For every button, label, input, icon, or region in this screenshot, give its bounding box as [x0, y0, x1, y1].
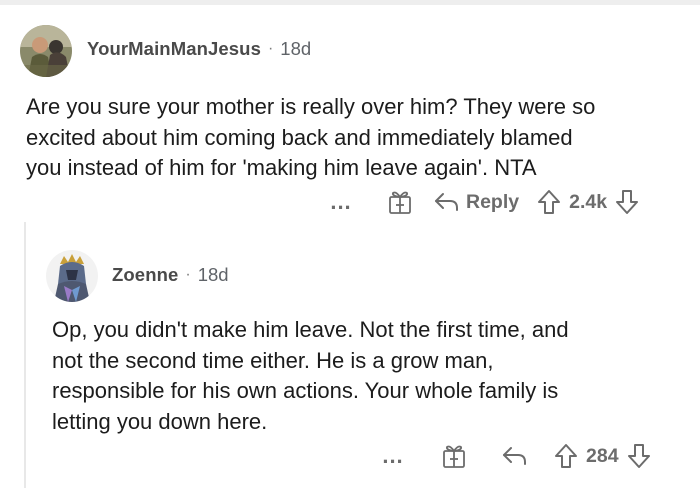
- user-avatar-image: [46, 250, 98, 302]
- comment-age: 18d: [280, 38, 312, 59]
- comment-body: Are you sure your mother is really over …: [26, 94, 596, 180]
- upvote-arrow-icon: [538, 190, 561, 214]
- reply-arrow-icon: [503, 447, 526, 465]
- reply-button[interactable]: Reply: [434, 191, 519, 214]
- comment-meta: Zoenne · 18d: [112, 264, 229, 286]
- reply-arrow-icon: [435, 193, 458, 211]
- comment-actions: ... Reply 2.4k: [326, 187, 680, 217]
- comment-meta: YourMainManJesus · 18d: [87, 38, 311, 60]
- avatar[interactable]: [46, 250, 98, 302]
- separator-dot: ·: [185, 266, 191, 283]
- downvote-arrow-icon: [627, 444, 650, 468]
- thread-line[interactable]: [24, 222, 26, 488]
- avatar[interactable]: [20, 25, 72, 77]
- upvote-arrow-icon: [555, 444, 577, 468]
- vote-score: 2.4k: [569, 190, 608, 213]
- gift-icon[interactable]: [440, 443, 468, 469]
- gift-icon[interactable]: [386, 189, 414, 215]
- upvote-button[interactable]: [554, 443, 578, 469]
- user-avatar-image: [20, 25, 72, 77]
- downvote-button[interactable]: [627, 443, 651, 469]
- more-options-button[interactable]: ...: [326, 191, 356, 213]
- upvote-button[interactable]: [537, 189, 561, 215]
- more-options-button[interactable]: ...: [378, 445, 408, 467]
- comment-actions: ... 284: [378, 441, 678, 471]
- username[interactable]: YourMainManJesus: [87, 38, 261, 60]
- username[interactable]: Zoenne: [112, 264, 178, 286]
- downvote-arrow-icon: [616, 190, 639, 214]
- reply-button[interactable]: [502, 445, 528, 467]
- separator-dot: ·: [267, 40, 274, 57]
- comment-age: 18d: [197, 264, 229, 285]
- vote-score: 284: [586, 444, 619, 467]
- comment-body: Op, you didn't make him leave. Not the f…: [52, 317, 569, 434]
- downvote-button[interactable]: [615, 189, 639, 215]
- reply-label: Reply: [466, 190, 520, 213]
- top-divider: [0, 0, 700, 5]
